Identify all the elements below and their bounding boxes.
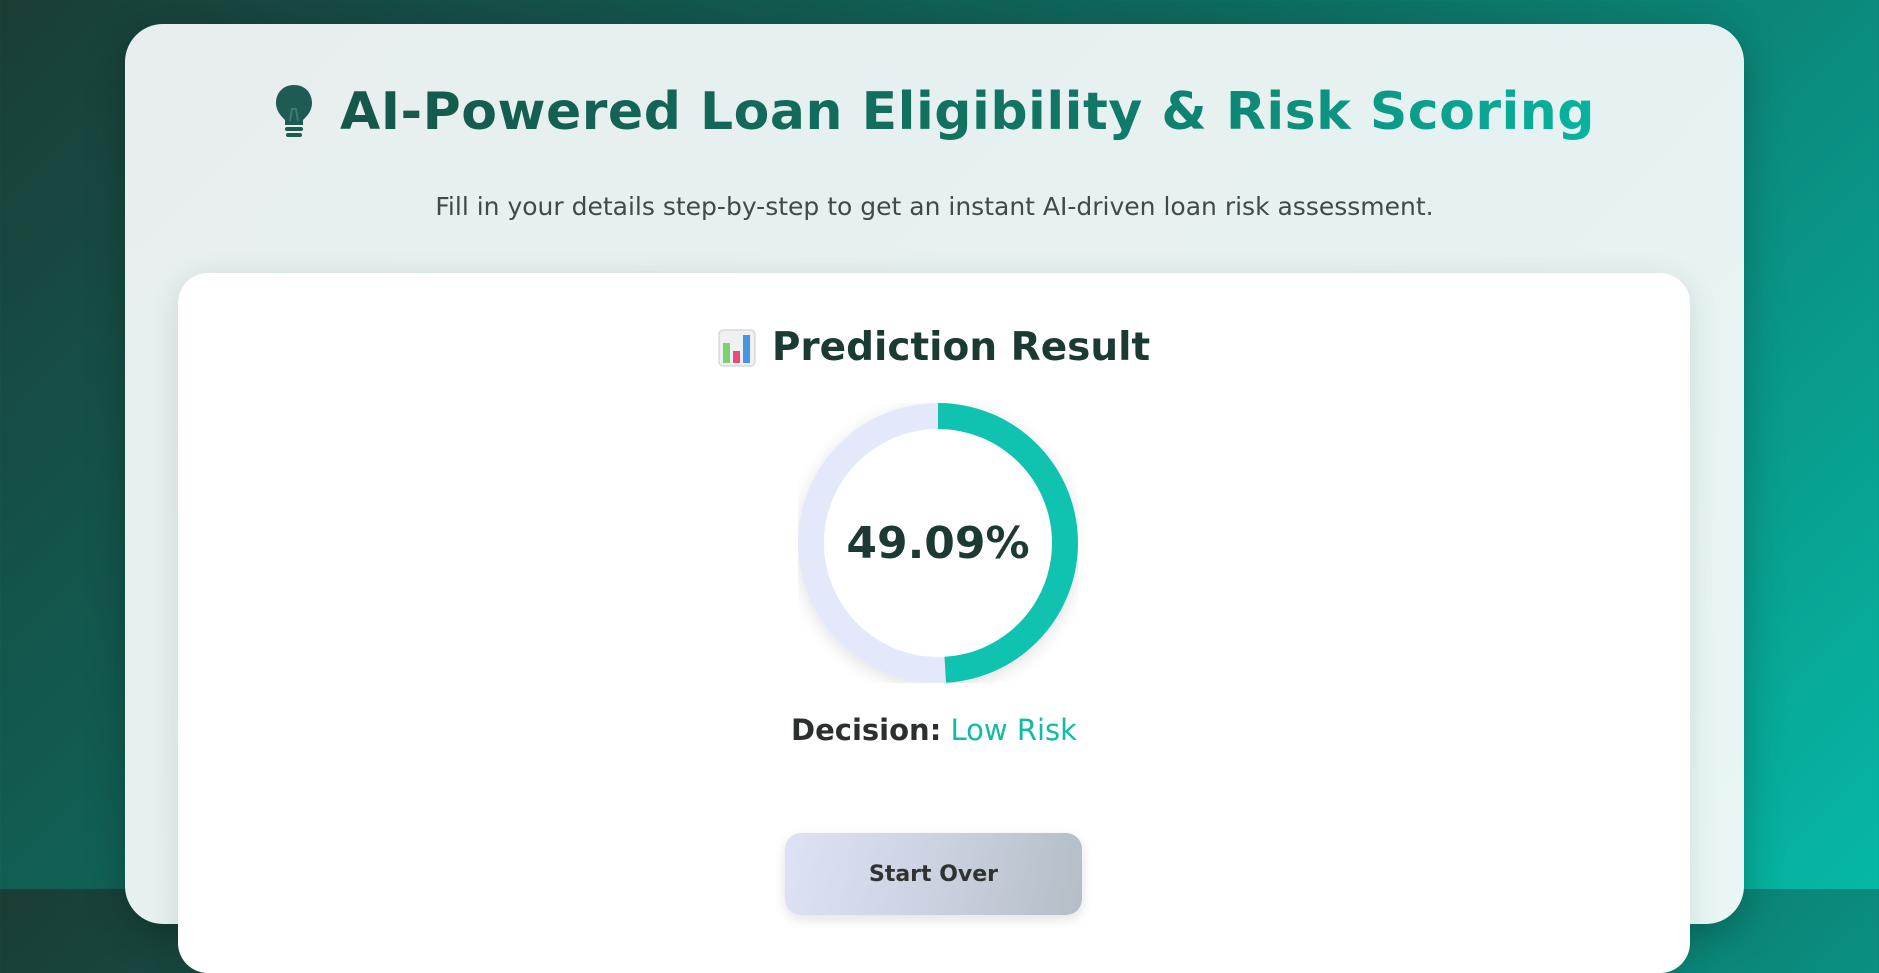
lightbulb-icon (275, 85, 312, 137)
result-card: Prediction Result 49.09% Decision: Low R… (178, 273, 1690, 973)
decision-value: Low Risk (950, 713, 1077, 747)
result-title: Prediction Result (771, 325, 1151, 370)
start-over-button[interactable]: Start Over (785, 833, 1082, 915)
page-header: AI-Powered Loan Eligibility & Risk Scori… (125, 82, 1744, 142)
bar-chart-icon (718, 329, 756, 366)
risk-gauge: 49.09% (798, 403, 1078, 683)
risk-score-value: 49.09% (846, 517, 1030, 569)
decision-label: Decision: (791, 713, 942, 747)
page-subtitle: Fill in your details step-by-step to get… (435, 192, 1434, 221)
page-title: AI-Powered Loan Eligibility & Risk Scori… (339, 82, 1596, 142)
main-container: AI-Powered Loan Eligibility & Risk Scori… (125, 24, 1744, 973)
result-heading: Prediction Result (178, 325, 1690, 370)
decision-line: Decision: Low Risk (178, 713, 1690, 747)
